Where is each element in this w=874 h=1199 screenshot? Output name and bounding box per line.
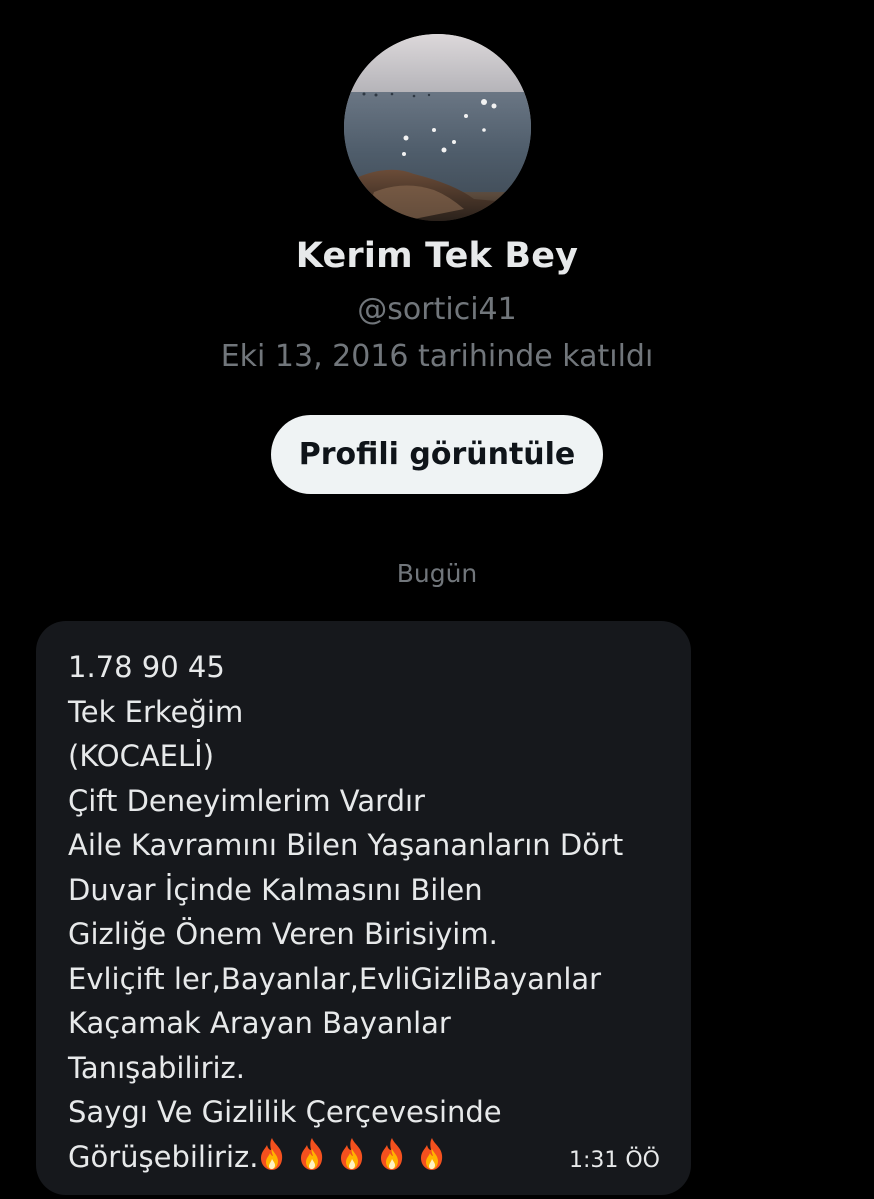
message-line: Saygı Ve Gizlilik Çerçevesinde bbox=[68, 1095, 502, 1129]
fire-icon bbox=[258, 1137, 286, 1171]
message-line: Tek Erkeğim bbox=[68, 694, 244, 729]
join-date: Eki 13, 2016 tarihinde katıldı bbox=[220, 339, 654, 374]
emoji-row bbox=[258, 1137, 458, 1174]
display-name: Kerim Tek Bey bbox=[295, 236, 579, 276]
message-bubble[interactable]: 1.78 90 45 Tek Erkeğim (KOCAELİ) Çift De… bbox=[36, 621, 691, 1195]
message-line: Gizliğe Önem Veren Birisiyim. bbox=[68, 917, 498, 951]
view-profile-button[interactable]: Profili görüntüle bbox=[271, 415, 603, 494]
message-line: Duvar İçinde Kalmasını Bilen bbox=[68, 872, 483, 907]
fire-icon bbox=[298, 1137, 326, 1171]
message-line: Aile Kavramını Bilen Yaşananların Dört bbox=[68, 828, 624, 862]
fire-icon bbox=[378, 1137, 406, 1171]
message-line: Kaçamak Arayan Bayanlar bbox=[68, 1006, 451, 1040]
message-line: Çift Deneyimlerim Vardır bbox=[68, 783, 425, 818]
fire-icon bbox=[418, 1137, 446, 1171]
day-separator: Bugün bbox=[396, 559, 478, 588]
fire-icon bbox=[338, 1137, 366, 1171]
message-line: (KOCAELİ) bbox=[68, 739, 215, 773]
message-timestamp: 1:31 ÖÖ bbox=[568, 1148, 660, 1173]
avatar[interactable] bbox=[344, 34, 531, 221]
message-line: Görüşebiliriz. bbox=[68, 1139, 259, 1174]
user-handle: @sortici41 bbox=[357, 292, 517, 327]
message-line: Tanışabiliriz. bbox=[68, 1050, 246, 1085]
message-line: 1.78 90 45 bbox=[68, 650, 225, 684]
message-line: Evliçift ler,Bayanlar,EvliGizliBayanlar bbox=[68, 961, 602, 996]
